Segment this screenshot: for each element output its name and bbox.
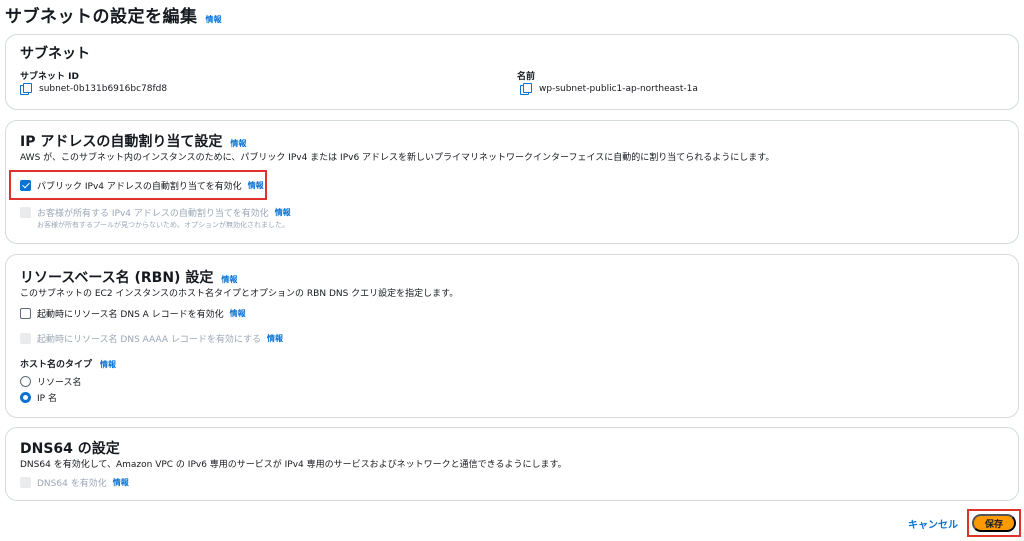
dns64-description: DNS64 を有効化して、Amazon VPC の IPv6 専用のサービスが … [20, 460, 567, 470]
rbn-info-link[interactable]: 情報 [221, 274, 237, 285]
subnet-panel: サブネット サブネット ID subnet-0b131b6916bc78fd8 … [5, 34, 1019, 110]
rbn-description: このサブネットの EC2 インスタンスのホスト名タイプとオプションの RBN D… [20, 289, 459, 299]
dns64-info-link[interactable]: 情報 [113, 477, 129, 488]
dns64-row: DNS64 を有効化 情報 [20, 476, 129, 489]
radio-ip-name-row: IP 名 [20, 391, 57, 404]
rbn-heading: リソースベース名 (RBN) 設定 [20, 270, 214, 286]
hostname-type-info-link[interactable]: 情報 [100, 359, 116, 370]
dns64-label: DNS64 を有効化 [37, 479, 107, 489]
copy-icon[interactable] [20, 83, 32, 95]
radio-ip-name-label[interactable]: IP 名 [37, 391, 57, 404]
rbn-heading-row: リソースベース名 (RBN) 設定 情報 [20, 267, 237, 287]
hostname-type-label: ホスト名のタイプ [20, 360, 93, 370]
subnet-name-label: 名前 [517, 72, 536, 82]
cancel-button[interactable]: キャンセル [908, 516, 958, 531]
ip-heading: IP アドレスの自動割り当て設定 [20, 134, 223, 150]
subnet-id-value: subnet-0b131b6916bc78fd8 [39, 83, 168, 94]
customer-ipv4-checkbox[interactable] [20, 207, 31, 218]
radio-resource-name[interactable] [20, 376, 31, 387]
dns-aaaa-row: 起動時にリソース名 DNS AAAA レコードを有効にする 情報 [20, 332, 283, 345]
page-info-link[interactable]: 情報 [206, 14, 222, 25]
subnet-id-row: subnet-0b131b6916bc78fd8 [20, 83, 168, 95]
subnet-heading: サブネット [20, 46, 90, 62]
page-title-row: サブネットの設定を編集 情報 [5, 2, 222, 27]
dns-a-label[interactable]: 起動時にリソース名 DNS A レコードを有効化 [37, 307, 224, 320]
save-button[interactable]: 保存 [972, 514, 1016, 532]
ip-heading-row: IP アドレスの自動割り当て設定 情報 [20, 131, 246, 151]
dns-aaaa-info-link[interactable]: 情報 [267, 333, 283, 344]
customer-ipv4-row: お客様が所有する IPv4 アドレスの自動割り当てを有効化 情報 [20, 206, 291, 219]
radio-ip-name[interactable] [20, 392, 31, 403]
dns64-checkbox[interactable] [20, 477, 31, 488]
dns-a-info-link[interactable]: 情報 [230, 308, 246, 319]
ip-info-link[interactable]: 情報 [230, 138, 246, 149]
dns64-heading: DNS64 の設定 [20, 441, 120, 457]
dns-aaaa-checkbox[interactable] [20, 333, 31, 344]
customer-ipv4-note: お客様が所有するプールが見つからないため、オプションが無効化されました。 [37, 221, 289, 229]
customer-ipv4-label: お客様が所有する IPv4 アドレスの自動割り当てを有効化 [37, 209, 269, 219]
radio-resource-name-row: リソース名 [20, 375, 82, 388]
radio-resource-name-label[interactable]: リソース名 [37, 375, 82, 388]
hostname-type-row: ホスト名のタイプ 情報 [20, 357, 116, 370]
rbn-panel: リソースベース名 (RBN) 設定 情報 このサブネットの EC2 インスタンス… [5, 254, 1019, 418]
subnet-id-label: サブネット ID [20, 72, 79, 82]
subnet-name-value: wp-subnet-public1-ap-northeast-1a [539, 83, 698, 94]
dns-a-row: 起動時にリソース名 DNS A レコードを有効化 情報 [20, 307, 246, 320]
page-title: サブネットの設定を編集 [5, 7, 198, 27]
save-highlight: 保存 [967, 509, 1021, 537]
highlight-annotation [9, 170, 267, 200]
copy-icon[interactable] [520, 83, 532, 95]
dns64-panel: DNS64 の設定 DNS64 を有効化して、Amazon VPC の IPv6… [5, 427, 1019, 501]
subnet-name-row: wp-subnet-public1-ap-northeast-1a [520, 83, 698, 95]
customer-ipv4-info-link[interactable]: 情報 [275, 207, 291, 218]
dns-a-checkbox[interactable] [20, 308, 31, 319]
dns-aaaa-label: 起動時にリソース名 DNS AAAA レコードを有効にする [37, 335, 261, 345]
ip-description: AWS が、このサブネット内のインスタンスのために、パブリック IPv4 または… [20, 153, 775, 163]
